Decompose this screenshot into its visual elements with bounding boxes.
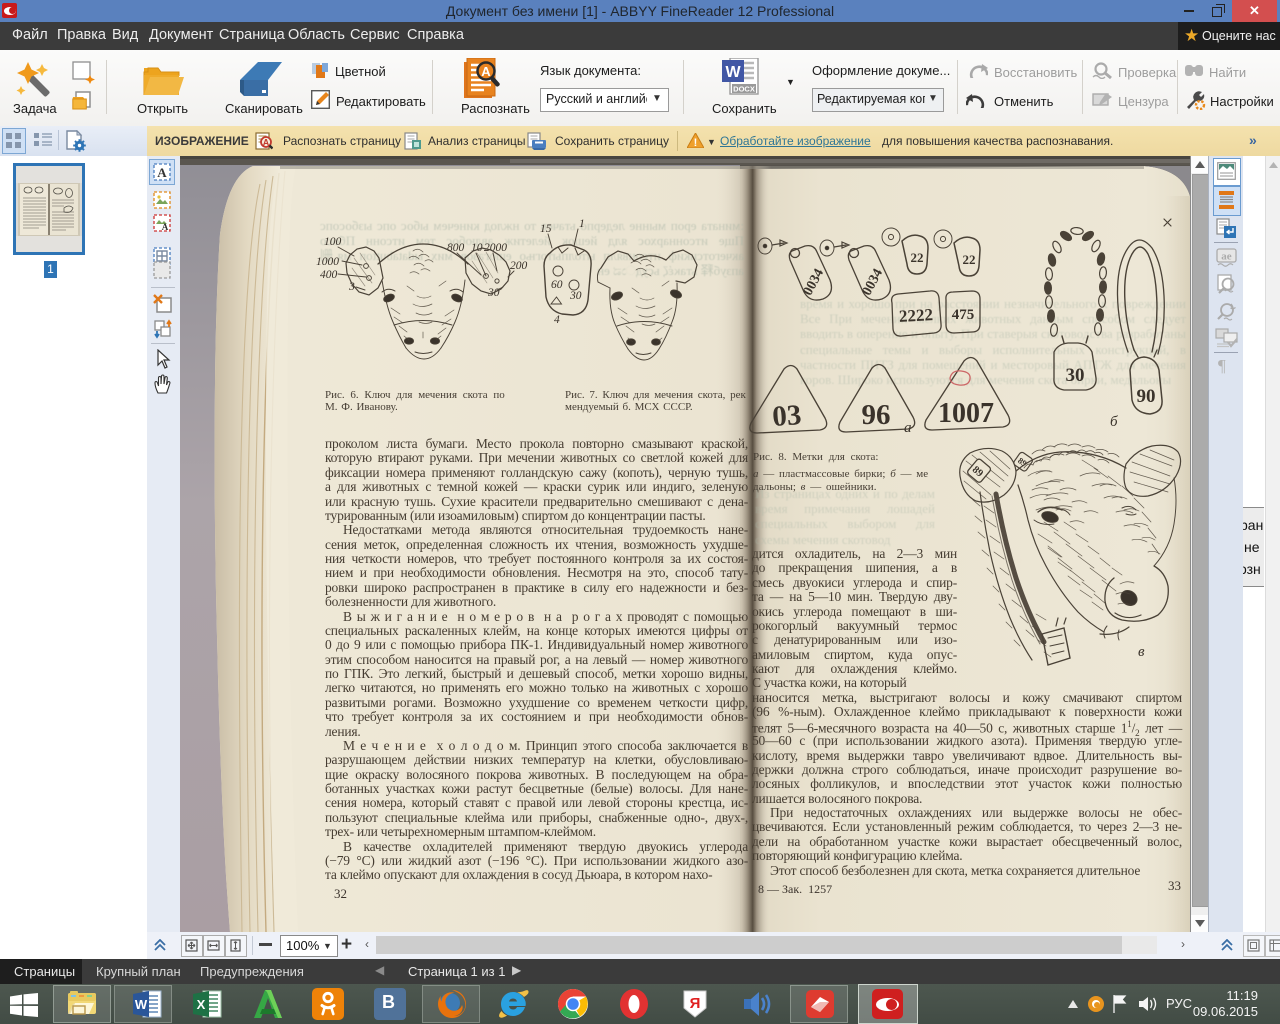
svg-text:30: 30 <box>1066 365 1085 386</box>
svg-text:б: б <box>1110 414 1118 430</box>
svg-text:03: 03 <box>771 399 802 433</box>
svg-text:W: W <box>725 64 741 81</box>
svg-text:0034: 0034 <box>801 266 827 298</box>
svg-text:200: 200 <box>510 260 528 272</box>
svg-text:1000: 1000 <box>316 256 339 268</box>
svg-text:1: 1 <box>579 218 585 230</box>
svg-text:475: 475 <box>952 307 975 323</box>
svg-text:а: а <box>904 420 912 436</box>
svg-text:X: X <box>197 997 206 1012</box>
svg-text:100: 100 <box>324 236 342 248</box>
svg-text:0034: 0034 <box>860 266 886 298</box>
svg-text:DOCX: DOCX <box>733 85 755 94</box>
svg-text:90: 90 <box>1137 386 1156 407</box>
svg-text:2222: 2222 <box>898 305 933 326</box>
svg-text:!: ! <box>694 137 698 148</box>
svg-text:60: 60 <box>551 279 563 291</box>
svg-text:30: 30 <box>569 290 582 302</box>
svg-text:400: 400 <box>320 269 338 281</box>
svg-text:Я: Я <box>690 995 701 1012</box>
svg-text:22: 22 <box>911 250 924 265</box>
svg-text:1007: 1007 <box>938 398 994 429</box>
svg-text:22: 22 <box>963 252 976 267</box>
svg-text:A: A <box>162 222 169 232</box>
svg-text:96: 96 <box>862 399 891 431</box>
svg-text:A: A <box>263 138 270 148</box>
svg-text:15: 15 <box>540 223 552 235</box>
svg-text:A: A <box>157 165 167 180</box>
svg-text:ae: ae <box>1221 251 1232 263</box>
svg-text:W: W <box>135 997 148 1012</box>
svg-text:в: в <box>1138 644 1145 660</box>
svg-text:800: 800 <box>447 242 465 254</box>
svg-text:A: A <box>481 64 491 79</box>
svg-text:4: 4 <box>554 314 560 326</box>
